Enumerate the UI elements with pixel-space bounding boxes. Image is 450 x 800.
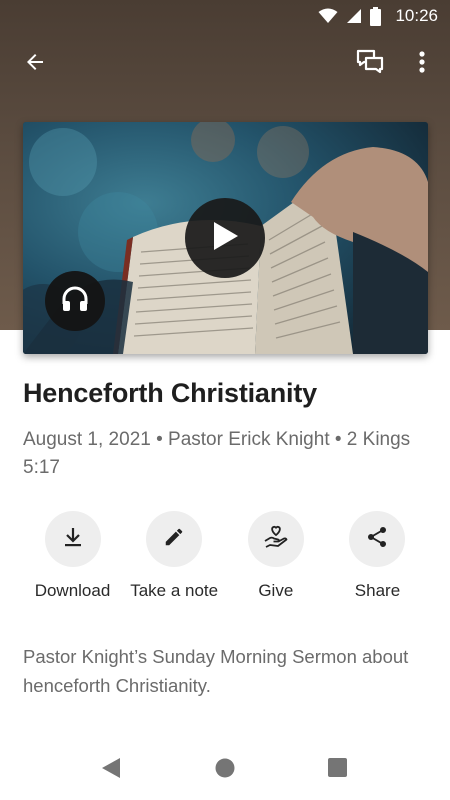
give-circle[interactable] [247,511,304,567]
sermon-meta: August 1, 2021 • Pastor Erick Knight • 2… [23,429,411,478]
pencil-icon [163,526,185,553]
download-icon [61,525,85,554]
take-note-button[interactable]: Take a note [124,511,225,611]
take-note-label: Take a note [130,581,219,600]
chat-icon [356,48,384,81]
nav-back-button[interactable] [91,754,131,786]
system-navigation-bar [0,740,450,800]
cell-signal-icon [346,8,362,24]
back-button[interactable] [11,40,59,88]
share-circle[interactable] [349,511,406,567]
more-options-button[interactable] [398,40,446,88]
app-bar [0,40,450,90]
share-icon [365,525,389,554]
circle-home-icon [215,758,235,783]
nav-home-button[interactable] [205,754,245,786]
sermon-description: Pastor Knight’s Sunday Morning Sermon ab… [23,646,409,696]
nav-recents-button[interactable] [317,754,357,786]
wifi-icon [318,8,338,24]
more-vert-icon [418,50,426,79]
battery-icon [370,6,382,26]
square-recents-icon [327,758,347,782]
sermon-title: Henceforth Christianity [23,378,317,408]
play-icon [210,220,240,257]
share-label: Share [354,581,401,600]
play-button[interactable] [185,198,265,278]
arrow-back-icon [23,50,47,79]
status-time: 10:26 [395,6,438,25]
sermon-media[interactable] [23,122,428,354]
headphones-icon [60,284,90,319]
give-heart-hand-icon [263,524,289,555]
triangle-back-icon [101,757,121,784]
give-label: Give [258,581,294,600]
download-label: Download [34,581,111,600]
listen-audio-button[interactable] [45,271,105,331]
action-row: Download Take a note Give Share [22,511,428,611]
download-button[interactable]: Download [22,511,123,611]
download-circle[interactable] [44,511,101,567]
status-bar: 10:26 [0,0,450,32]
discussion-button[interactable] [346,40,394,88]
take-note-circle[interactable] [146,511,203,567]
share-button[interactable]: Share [327,511,428,611]
give-button[interactable]: Give [225,511,326,611]
